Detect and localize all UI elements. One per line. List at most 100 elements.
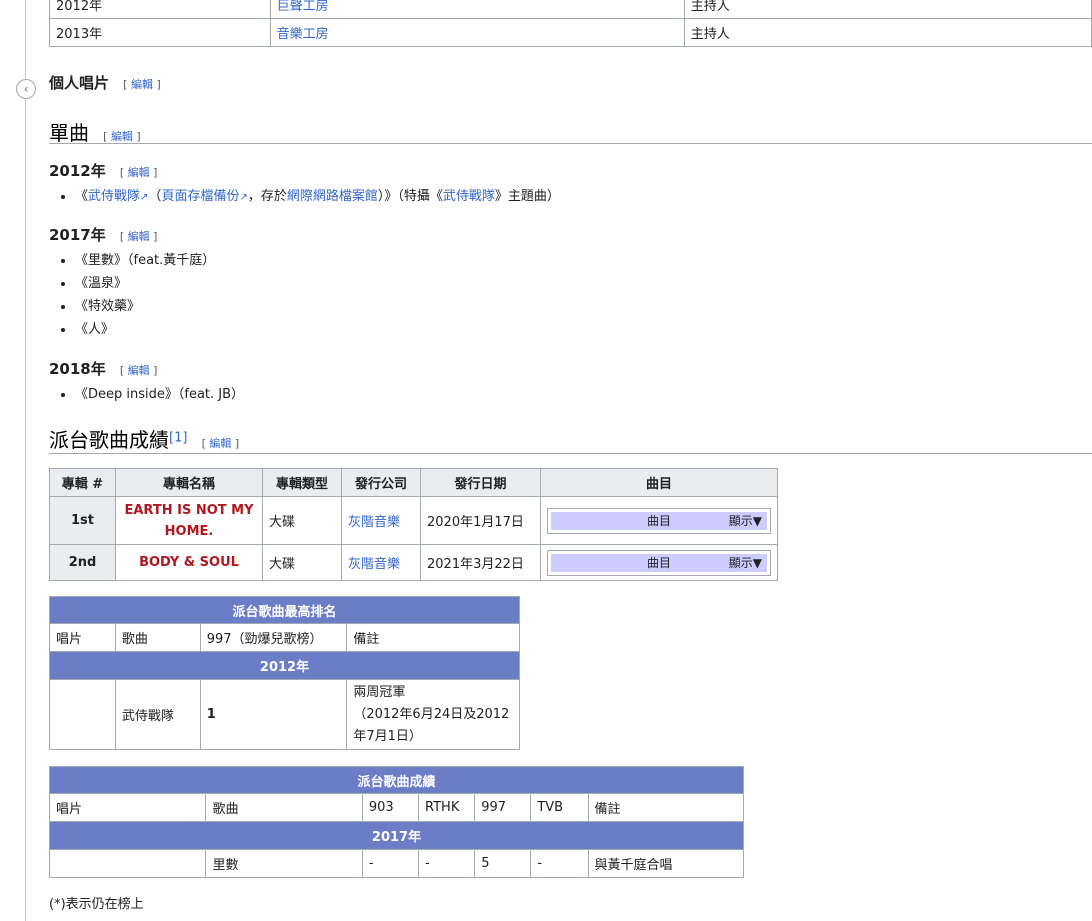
- tracklist-header: 曲目 顯示▼: [551, 553, 767, 572]
- show-link[interactable]: 音樂工房: [277, 27, 329, 42]
- column-header: 唱片: [48, 793, 207, 822]
- collapse-sidebar-button[interactable]: ‹: [16, 79, 36, 99]
- show-cell: 音樂工房: [269, 18, 685, 47]
- show-tracks-toggle[interactable]: 顯示▼: [729, 512, 762, 530]
- list-item: 《溫泉》: [75, 272, 215, 295]
- album-name: BODY & SOUL: [115, 544, 263, 581]
- edit-link[interactable]: 編輯: [128, 364, 150, 377]
- table-row: 2013年 音樂工房 主持人: [49, 18, 1092, 47]
- table-row: 武侍戰隊 1 兩周冠軍 （2012年6月24日及2012 年7月1日）: [49, 679, 520, 750]
- year-row: 2012年: [49, 651, 520, 680]
- list-item: 《人》: [75, 318, 215, 341]
- table-row: 2012年 巨聲工房 主持人: [49, 0, 1092, 19]
- album-date: 2020年1月17日: [420, 496, 541, 545]
- section-title: 單曲: [49, 121, 89, 145]
- year-cell: 2013年: [49, 18, 271, 47]
- table-title-row: 派台歌曲成績: [49, 766, 744, 794]
- singles-2012-list: 《武侍戰隊↗（頁面存檔備份↗，存於網際網路檔案館）》（特攝《武侍戰隊》主題曲）: [49, 185, 560, 209]
- company-link[interactable]: 灰階音樂: [348, 515, 400, 530]
- table-title: 派台歌曲成績: [49, 766, 744, 794]
- edit-link[interactable]: 編輯: [111, 130, 133, 143]
- list-item: 《里數》（feat.黃千庭）: [75, 249, 215, 272]
- singles-2017-list: 《里數》（feat.黃千庭） 《溫泉》 《特效藥》 《人》: [49, 249, 215, 341]
- section-title: 2017年: [49, 226, 106, 244]
- section-title: 個人唱片: [49, 74, 110, 92]
- year-2018-heading: 2018年 [ 編輯 ]: [49, 358, 157, 379]
- album-cell: [49, 679, 116, 750]
- archive-site-link[interactable]: 網際網路檔案館: [287, 189, 378, 204]
- external-link-icon: ↗: [239, 192, 248, 203]
- series-link[interactable]: 武侍戰隊: [443, 189, 495, 204]
- column-header: 歌曲: [205, 793, 363, 822]
- column-header: 997: [474, 793, 532, 822]
- table-title-row: 派台歌曲最高排名: [49, 596, 520, 624]
- column-header: 歌曲: [114, 623, 201, 652]
- edit-link[interactable]: 編輯: [128, 230, 150, 243]
- reference-link[interactable]: [1]: [169, 431, 187, 446]
- show-tracks-toggle[interactable]: 顯示▼: [729, 554, 762, 572]
- column-header: 備註: [587, 793, 744, 822]
- column-header: 997（勁爆兒歌榜）: [199, 623, 348, 652]
- chart-results-heading: 派台歌曲成績[1] [ 編輯 ]: [49, 424, 239, 453]
- album-type: 大碟: [262, 544, 342, 581]
- note-cell: 兩周冠軍 （2012年6月24日及2012 年7月1日）: [346, 679, 520, 750]
- column-header: 發行公司: [341, 468, 421, 497]
- tracklist-header: 曲目 顯示▼: [551, 511, 767, 530]
- album-type: 大碟: [262, 496, 342, 545]
- album-tracks-cell: 曲目 顯示▼: [540, 496, 778, 545]
- singles-heading: 單曲 [ 編輯 ]: [49, 117, 141, 146]
- section-title: 2018年: [49, 360, 106, 378]
- album-number: 1st: [49, 496, 116, 545]
- column-header: 唱片: [49, 623, 116, 652]
- table-title: 派台歌曲最高排名: [49, 596, 520, 624]
- album-date: 2021年3月22日: [420, 544, 541, 581]
- footnote: (*)表示仍在榜上: [49, 897, 144, 912]
- column-header: 903: [361, 793, 420, 822]
- heading-underline: [49, 143, 1092, 144]
- column-header: 發行日期: [420, 468, 541, 497]
- edit-link[interactable]: 編輯: [209, 437, 231, 450]
- rank-rthk-cell: -: [418, 849, 476, 878]
- song-cell: 里數: [205, 849, 363, 878]
- edit-section: [ 編輯 ]: [119, 230, 158, 243]
- album-tracks-cell: 曲目 顯示▼: [540, 544, 778, 581]
- list-item: 《Deep inside》（feat. JB）: [75, 383, 244, 406]
- year-label: 2012年: [49, 651, 520, 680]
- single-link[interactable]: 武侍戰隊: [88, 189, 140, 204]
- year-label: 2017年: [49, 821, 744, 850]
- column-header: 專輯 #: [49, 468, 116, 497]
- year-row: 2017年: [49, 821, 744, 850]
- album-number: 2nd: [49, 544, 116, 581]
- rank-997-cell: 5: [474, 849, 532, 878]
- rank-cell: 1: [199, 679, 348, 750]
- list-item: 《武侍戰隊↗（頁面存檔備份↗，存於網際網路檔案館）》（特攝《武侍戰隊》主題曲）: [75, 185, 560, 209]
- column-header: 專輯名稱: [115, 468, 263, 497]
- year-2017-heading: 2017年 [ 編輯 ]: [49, 224, 157, 245]
- archive-link[interactable]: 頁面存檔備份: [161, 189, 239, 204]
- album-name: EARTH IS NOT MY HOME.: [115, 496, 263, 545]
- edit-link[interactable]: 編輯: [128, 166, 150, 179]
- show-link[interactable]: 巨聲工房: [277, 0, 329, 14]
- role-cell: 主持人: [683, 0, 1092, 19]
- table-header-row: 唱片 歌曲 997（勁爆兒歌榜） 備註: [49, 623, 520, 652]
- chevron-left-icon: ‹: [23, 82, 29, 96]
- edit-section: [ 編輯 ]: [103, 130, 141, 143]
- sidebar-divider: [25, 0, 26, 921]
- note-cell: 與黃千庭合唱: [587, 849, 744, 878]
- table-header-row: 專輯 # 專輯名稱 專輯類型 發行公司 發行日期 曲目: [49, 468, 778, 497]
- singles-2018-list: 《Deep inside》（feat. JB）: [49, 383, 244, 406]
- peak-ranking-table: 派台歌曲最高排名 唱片 歌曲 997（勁爆兒歌榜） 備註 2012年 武侍戰隊 …: [49, 596, 520, 750]
- edit-section: [ 編輯 ]: [119, 364, 158, 377]
- tracklist-collapsible: 曲目 顯示▼: [547, 549, 771, 576]
- chart-results-table: 派台歌曲成績 唱片 歌曲 903 RTHK 997 TVB 備註 2017年 里…: [48, 766, 744, 878]
- rank-tvb-cell: -: [530, 849, 589, 878]
- edit-link[interactable]: 編輯: [131, 78, 153, 91]
- column-header: TVB: [530, 793, 589, 822]
- table-row: 1st EARTH IS NOT MY HOME. 大碟 灰階音樂 2020年1…: [49, 496, 778, 545]
- table-header-row: 唱片 歌曲 903 RTHK 997 TVB 備註: [48, 793, 744, 822]
- album-company: 灰階音樂: [341, 496, 421, 545]
- column-header: 備註: [346, 623, 520, 652]
- table-row: 里數 - - 5 - 與黃千庭合唱: [48, 849, 744, 878]
- company-link[interactable]: 灰階音樂: [348, 557, 400, 572]
- table-row: 2nd BODY & SOUL 大碟 灰階音樂 2021年3月22日 曲目 顯示…: [49, 544, 778, 581]
